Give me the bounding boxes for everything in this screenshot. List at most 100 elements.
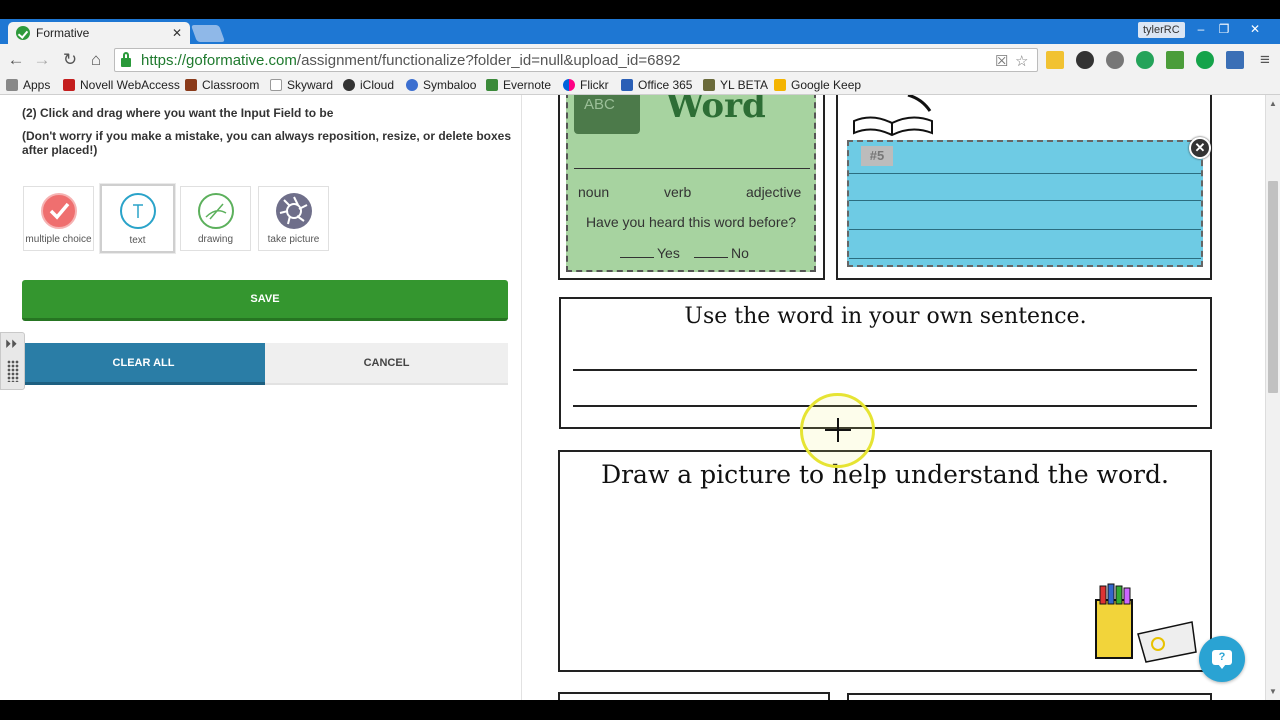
- help-chat-button[interactable]: ?: [1199, 636, 1245, 682]
- address-bar[interactable]: https://goformative.com/assignment/funct…: [114, 48, 1038, 72]
- bookmark-apps[interactable]: Apps: [6, 78, 50, 92]
- flickr-icon: [563, 79, 575, 91]
- screen-bottom-border: [0, 700, 1280, 720]
- draw-heading: Draw a picture to help understand the wo…: [601, 460, 1169, 489]
- new-tab-button[interactable]: [190, 25, 226, 42]
- checkmark-icon: [41, 193, 77, 229]
- sidebar-toggle[interactable]: ⏵⏵: [0, 332, 25, 390]
- bookmark-icloud[interactable]: iCloud: [343, 78, 394, 92]
- browser-tab-formative[interactable]: Formative ✕: [8, 22, 190, 44]
- tool-label: take picture: [267, 234, 320, 245]
- worksheet-view: ABC Word noun verb adjective Have you he…: [523, 95, 1265, 700]
- crosshair-cursor-icon: [825, 429, 851, 431]
- reload-icon[interactable]: ↻: [60, 50, 80, 70]
- extension-dark-icon[interactable]: [1076, 51, 1094, 69]
- tool-label: text: [129, 235, 146, 246]
- book-illustration-icon: [853, 95, 933, 137]
- close-window-button[interactable]: ✕: [1244, 21, 1266, 38]
- step-instruction: (2) Click and drag where you want the In…: [22, 106, 334, 120]
- tool-multiple-choice[interactable]: multiple choice: [23, 186, 94, 251]
- blocked-popup-icon[interactable]: ☒: [995, 52, 1008, 70]
- page-content: (2) Click and drag where you want the In…: [0, 95, 1280, 700]
- crayon-box-illustration-icon: [1095, 583, 1197, 663]
- bookmark-novell[interactable]: Novell WebAccess: [63, 78, 180, 92]
- hint-text: (Don't worry if you make a mistake, you …: [22, 129, 512, 157]
- menu-icon[interactable]: ≡: [1255, 50, 1275, 70]
- home-icon[interactable]: ⌂: [86, 50, 106, 70]
- tool-take-picture[interactable]: take picture: [258, 186, 329, 251]
- extension-tools-icon[interactable]: [1106, 51, 1124, 69]
- expand-arrows-icon: ⏵⏵: [5, 337, 18, 351]
- input-number-tag: #5: [861, 146, 893, 166]
- writing-line: [573, 405, 1197, 407]
- forward-icon[interactable]: →: [32, 50, 52, 70]
- draw-box: Draw a picture to help understand the wo…: [558, 450, 1212, 672]
- bookmark-symbaloo[interactable]: Symbaloo: [406, 78, 476, 92]
- pos-noun: noun: [578, 184, 610, 200]
- pos-verb: verb: [664, 184, 692, 200]
- bookmark-star-icon[interactable]: ☆: [1015, 52, 1028, 70]
- bookmark-classroom[interactable]: Classroom: [185, 78, 259, 92]
- back-icon[interactable]: ←: [6, 50, 26, 70]
- bookmark-skyward[interactable]: Skyward: [270, 78, 333, 92]
- pencil-icon: [198, 193, 234, 229]
- clear-all-button[interactable]: CLEAR ALL: [22, 343, 265, 385]
- url-host: https://goformative.com: [141, 51, 297, 69]
- word-box: ABC Word noun verb adjective Have you he…: [558, 95, 825, 280]
- novell-icon: [63, 79, 75, 91]
- browser-toolbar: ← → ↻ ⌂ https://goformative.com/assignme…: [0, 44, 1280, 76]
- yl-icon: [703, 79, 715, 91]
- bookmark-yl-beta[interactable]: YL BETA: [703, 78, 768, 92]
- chalkboard-image: ABC: [574, 95, 640, 134]
- bookmark-office365[interactable]: Office 365: [621, 78, 692, 92]
- tool-label: drawing: [197, 234, 234, 245]
- sentence-box: Use the word in your own sentence.: [559, 297, 1212, 429]
- office-icon: [621, 79, 633, 91]
- cancel-button[interactable]: CANCEL: [265, 343, 508, 385]
- browser-tab-strip: Formative ✕ tylerRC – ❐ ✕: [0, 19, 1280, 44]
- extension-green-icon[interactable]: [1166, 51, 1184, 69]
- minimize-button[interactable]: –: [1190, 21, 1212, 38]
- tab-title: Formative: [36, 26, 90, 40]
- google-drive-icon[interactable]: [1046, 51, 1064, 69]
- delete-input-icon[interactable]: ✕: [1189, 137, 1211, 159]
- extension-s-icon[interactable]: [1226, 51, 1244, 69]
- sentence-heading: Use the word in your own sentence.: [684, 304, 1087, 329]
- tool-drawing[interactable]: drawing: [180, 186, 251, 251]
- extension-n-icon[interactable]: [1136, 51, 1154, 69]
- scroll-up-icon[interactable]: ▲: [1269, 99, 1277, 108]
- bookmark-evernote[interactable]: Evernote: [486, 78, 551, 92]
- extension-grammarly-icon[interactable]: [1196, 51, 1214, 69]
- word-card: ABC Word noun verb adjective Have you he…: [566, 95, 816, 272]
- no-option: No: [694, 245, 749, 261]
- word-write-line: [574, 168, 810, 169]
- writing-line: [573, 369, 1197, 371]
- pos-adjective: adjective: [746, 184, 802, 200]
- profile-name[interactable]: tylerRC: [1138, 22, 1185, 38]
- text-input-field-5[interactable]: #5: [847, 140, 1203, 267]
- yes-option: Yes: [620, 245, 680, 261]
- url-path: /assignment/functionalize?folder_id=null…: [296, 51, 681, 69]
- formative-favicon-icon: [16, 26, 30, 40]
- page-icon: [270, 79, 282, 91]
- tool-label: multiple choice: [25, 234, 92, 245]
- bookmark-google-keep[interactable]: Google Keep: [774, 78, 861, 92]
- editor-panel: (2) Click and drag where you want the In…: [0, 95, 522, 700]
- keep-icon: [774, 79, 786, 91]
- page-scrollbar[interactable]: ▲ ▼: [1265, 95, 1280, 700]
- save-button[interactable]: SAVE: [22, 280, 508, 321]
- scrollbar-thumb[interactable]: [1268, 181, 1278, 393]
- scroll-down-icon[interactable]: ▼: [1269, 687, 1277, 696]
- symbaloo-icon: [406, 79, 418, 91]
- apps-grid-icon: [6, 79, 18, 91]
- drag-handle-icon: [7, 360, 19, 382]
- tool-text[interactable]: text: [100, 184, 175, 253]
- bookmark-flickr[interactable]: Flickr: [563, 78, 609, 92]
- apple-icon: [343, 79, 355, 91]
- restore-button[interactable]: ❐: [1213, 21, 1235, 38]
- next-box-right: [847, 693, 1212, 700]
- text-T-icon: [120, 193, 156, 229]
- lock-icon: [121, 51, 131, 67]
- next-box-left: [558, 692, 830, 700]
- tab-close-icon[interactable]: ✕: [172, 26, 182, 40]
